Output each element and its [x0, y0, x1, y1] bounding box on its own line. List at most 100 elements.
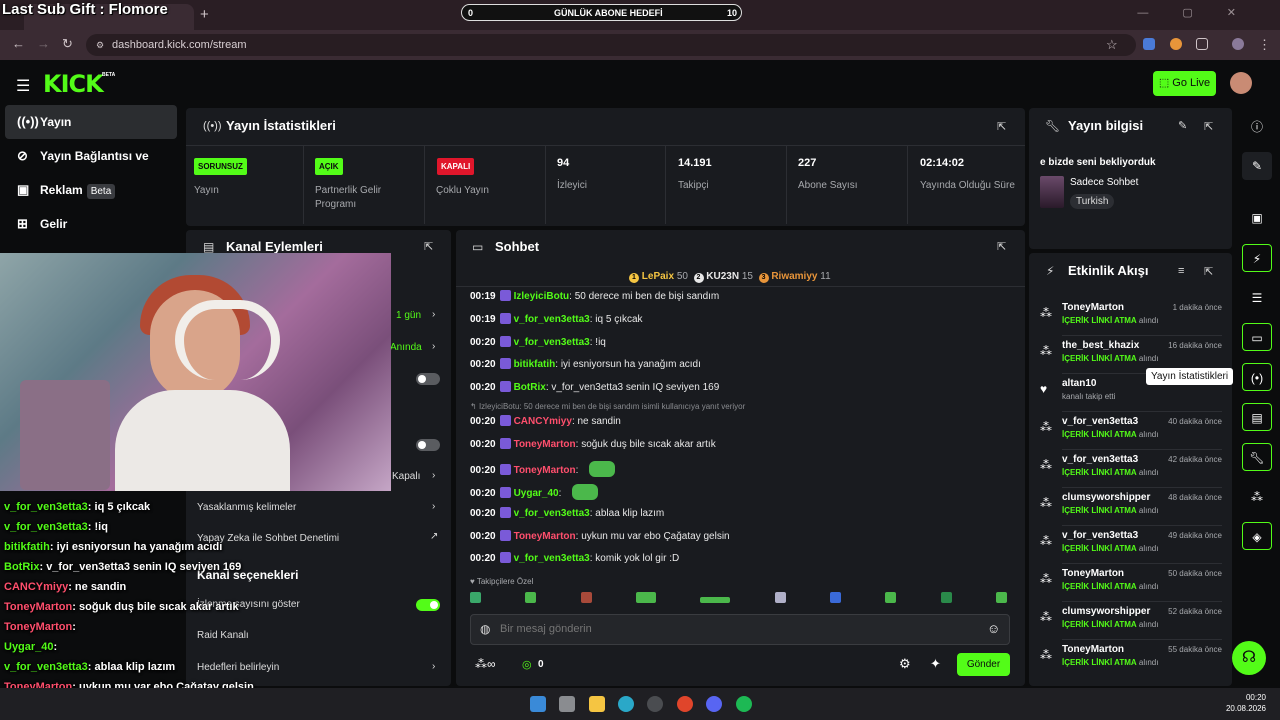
- message-username[interactable]: v_for_ven3etta3: [514, 508, 590, 519]
- window-controls[interactable]: —▢✕: [1137, 6, 1270, 19]
- sidebar-item-revenue[interactable]: ⊞ Gelir: [5, 207, 177, 241]
- category-name[interactable]: Sadece Sohbet: [1070, 177, 1138, 188]
- kick-logo[interactable]: KICK: [43, 70, 104, 98]
- emote-icon[interactable]: [940, 592, 952, 603]
- message-username[interactable]: bitikfatih: [514, 359, 556, 370]
- message-username[interactable]: v_for_ven3etta3: [514, 553, 590, 564]
- emote-icon[interactable]: [470, 592, 481, 603]
- reply-icon[interactable]: ◍: [480, 622, 490, 636]
- event-user[interactable]: v_for_ven3etta3: [1062, 530, 1138, 541]
- leader-name[interactable]: Riwamiyy: [771, 271, 817, 282]
- message-username[interactable]: BotRix: [514, 382, 546, 393]
- message-username[interactable]: Uygar_40: [514, 488, 559, 499]
- raid-channel-item[interactable]: Raid Kanalı: [197, 630, 249, 641]
- chevron-right-icon[interactable]: ›: [432, 341, 435, 352]
- sidebar-item-stream[interactable]: ((•)) Yayın: [5, 105, 177, 139]
- emote-icon[interactable]: [700, 597, 731, 603]
- message-username[interactable]: ToneyMarton: [514, 531, 576, 542]
- external-link-icon[interactable]: ↗: [430, 531, 438, 542]
- event-user[interactable]: ToneyMarton: [1062, 302, 1124, 313]
- tag-icon[interactable]: ◈: [1242, 522, 1272, 550]
- event-user[interactable]: ToneyMarton: [1062, 568, 1124, 579]
- popout-icon[interactable]: ⇱: [424, 240, 433, 253]
- browser-menu-icon[interactable]: ⋮: [1258, 37, 1271, 53]
- popout-icon[interactable]: ⇱: [1204, 265, 1213, 278]
- leader-name[interactable]: KU23N: [706, 271, 739, 282]
- message-username[interactable]: v_for_ven3etta3: [514, 337, 590, 348]
- kapali-value[interactable]: Kapalı: [392, 471, 420, 482]
- event-item[interactable]: ⁂ ToneyMarton 50 dakika önce İÇERİK LİNKİ A…: [1040, 566, 1222, 604]
- event-item[interactable]: ⁂ clumsyworshipper 52 dakika önce İÇERİK Lİ…: [1040, 604, 1222, 642]
- avatar[interactable]: [1230, 72, 1252, 94]
- banned-words-item[interactable]: Yasaklanmış kelimeler: [197, 502, 296, 513]
- wrench-icon[interactable]: 🔧︎: [1242, 443, 1272, 471]
- emote-icon[interactable]: [829, 592, 841, 603]
- event-user[interactable]: clumsyworshipper: [1062, 492, 1150, 503]
- forward-icon[interactable]: →: [37, 36, 50, 51]
- go-live-button[interactable]: ⬚ Go Live: [1153, 71, 1216, 96]
- filter-icon[interactable]: ≡: [1178, 265, 1184, 277]
- event-item[interactable]: ⁂ ToneyMarton 1 dakika önce İÇERİK LİNKİ AT…: [1040, 300, 1222, 338]
- video-icon[interactable]: ▣: [1242, 204, 1272, 232]
- message-username[interactable]: v_for_ven3etta3: [514, 314, 590, 325]
- event-user[interactable]: ToneyMarton: [1062, 644, 1124, 655]
- site-info-icon[interactable]: ⚙: [96, 40, 104, 51]
- event-item[interactable]: ⁂ v_for_ven3etta3 49 dakika önce İÇERİK LİN…: [1040, 528, 1222, 566]
- bookmark-star-icon[interactable]: ☆: [1106, 37, 1118, 53]
- chevron-right-icon[interactable]: ›: [432, 470, 435, 481]
- sidebar-item-ads[interactable]: ▣ Reklam Beta: [5, 173, 177, 207]
- event-item[interactable]: ⁂ clumsyworshipper 48 dakika önce İÇERİK Lİ…: [1040, 490, 1222, 528]
- extension-translate-icon[interactable]: [1143, 38, 1155, 50]
- edit-icon[interactable]: ✎: [1242, 152, 1272, 180]
- lightning-icon[interactable]: ⚡︎: [1242, 244, 1272, 272]
- sidebar-item-stream-key[interactable]: ⊘ Yayın Bağlantısı ve Anahtarı: [5, 139, 185, 173]
- leader-name[interactable]: LePaix: [642, 271, 674, 282]
- popout-icon[interactable]: ⇱: [997, 120, 1006, 133]
- event-item[interactable]: ⁂ v_for_ven3etta3 40 dakika önce İÇERİK LİN…: [1040, 414, 1222, 452]
- event-user[interactable]: v_for_ven3etta3: [1062, 454, 1138, 465]
- chat-icon[interactable]: ▭: [1242, 323, 1272, 351]
- file-explorer-icon[interactable]: [589, 696, 605, 712]
- popout-icon[interactable]: ⇱: [997, 240, 1006, 253]
- emote-icon[interactable]: [580, 592, 592, 603]
- back-icon[interactable]: ←: [12, 36, 25, 51]
- chevron-right-icon[interactable]: ›: [432, 661, 435, 672]
- broadcast-icon[interactable]: (•): [1242, 363, 1272, 391]
- new-tab-button[interactable]: +: [200, 6, 209, 23]
- event-item[interactable]: ⁂ v_for_ven3etta3 42 dakika önce İÇERİK LİN…: [1040, 452, 1222, 490]
- spotify-icon[interactable]: [736, 696, 752, 712]
- channel-icon[interactable]: ▤: [1242, 403, 1272, 431]
- show-viewers-toggle[interactable]: [416, 599, 440, 611]
- message-username[interactable]: ToneyMarton: [514, 439, 576, 450]
- toggle-switch[interactable]: [416, 373, 440, 385]
- support-headset-icon[interactable]: ☊: [1232, 641, 1266, 675]
- toggle-switch[interactable]: [416, 439, 440, 451]
- chevron-right-icon[interactable]: ›: [432, 309, 435, 320]
- message-username[interactable]: IzleyiciBotu: [514, 291, 570, 302]
- emote-icon[interactable]: [885, 592, 897, 603]
- emote-icon[interactable]: [774, 592, 786, 603]
- edge-icon[interactable]: [618, 696, 634, 712]
- event-user[interactable]: clumsyworshipper: [1062, 606, 1150, 617]
- message-username[interactable]: CANCYmiyy: [514, 416, 572, 427]
- reload-icon[interactable]: ↻: [62, 36, 73, 52]
- message-username[interactable]: ToneyMarton: [514, 465, 576, 476]
- emote-icon[interactable]: [635, 592, 656, 603]
- event-user[interactable]: altan10: [1062, 378, 1096, 389]
- menu-icon[interactable]: ☰: [16, 76, 30, 96]
- info-icon[interactable]: ⓘ: [1242, 113, 1272, 141]
- gear-icon[interactable]: ⚙: [899, 656, 911, 672]
- event-user[interactable]: the_best_khazix: [1062, 340, 1139, 351]
- event-item[interactable]: ⁂ ToneyMarton 55 dakika önce İÇERİK LİNKİ A…: [1040, 642, 1222, 680]
- list-icon[interactable]: ☰: [1242, 284, 1272, 312]
- chrome-icon[interactable]: [677, 696, 693, 712]
- windows-start-icon[interactable]: [530, 696, 546, 712]
- chevron-right-icon[interactable]: ›: [432, 501, 435, 512]
- extension-icon[interactable]: [1170, 38, 1182, 50]
- obs-icon[interactable]: [647, 696, 663, 712]
- edit-icon[interactable]: ✎: [1178, 119, 1187, 132]
- send-button[interactable]: Gönder: [957, 653, 1010, 676]
- emote-icon[interactable]: [995, 592, 1007, 603]
- instant-mode-value[interactable]: Anında: [390, 342, 422, 353]
- extensions-puzzle-icon[interactable]: [1196, 38, 1208, 50]
